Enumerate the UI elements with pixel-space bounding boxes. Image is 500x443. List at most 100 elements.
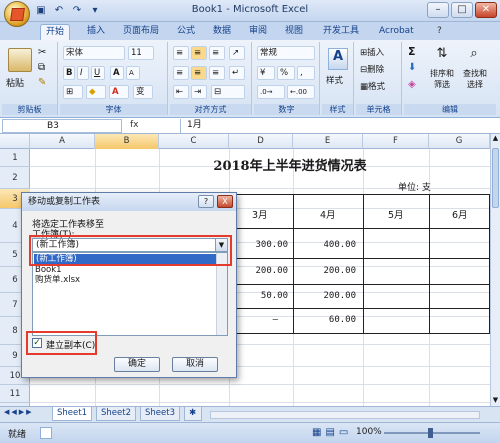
scroll-thumb[interactable]	[492, 148, 499, 208]
row-header[interactable]: 11	[0, 385, 30, 403]
paste-label[interactable]: 粘贴	[6, 76, 24, 89]
increase-indent-icon[interactable]: ⇥	[191, 85, 207, 99]
phonetic-button[interactable]: 变	[133, 85, 153, 99]
insert-function-button[interactable]: fx	[130, 119, 176, 133]
tab-formulas[interactable]: 公式	[172, 24, 200, 40]
row-header[interactable]: 2	[0, 167, 30, 189]
underline-button[interactable]: U	[91, 66, 105, 80]
tab-view[interactable]: 视图	[280, 24, 308, 40]
align-right-icon[interactable]: ≡	[209, 66, 225, 80]
select-all-corner[interactable]	[0, 134, 30, 149]
tab-insert[interactable]: 插入	[82, 24, 110, 40]
cell-d7[interactable]: —	[232, 315, 278, 325]
cell-e5[interactable]: 200.00	[296, 266, 356, 276]
find-select-icon[interactable]: ⌕	[464, 46, 484, 66]
cut-icon[interactable]: ✂	[38, 47, 46, 58]
cancel-button[interactable]: 取消	[172, 357, 218, 372]
help-icon[interactable]: ?	[432, 24, 447, 40]
ok-button[interactable]: 确定	[114, 357, 160, 372]
zoom-slider-thumb[interactable]	[428, 428, 433, 438]
tab-home[interactable]: 开始	[40, 24, 71, 40]
align-left-icon[interactable]: ≡	[173, 66, 189, 80]
decrease-indent-icon[interactable]: ⇤	[173, 85, 189, 99]
styles-button[interactable]: 样式	[326, 74, 343, 86]
minimize-button[interactable]: –	[427, 2, 449, 18]
view-buttons-icon[interactable]: ▦▤▭	[312, 427, 352, 438]
sort-filter-button[interactable]: 排序和 筛选	[426, 68, 458, 90]
orientation-icon[interactable]: ↗	[229, 46, 245, 60]
shrink-font-button[interactable]: A	[126, 66, 140, 80]
fill-icon[interactable]: ⬇	[408, 62, 416, 73]
row-header[interactable]: 1	[0, 149, 30, 167]
sheet-tab-2[interactable]: Sheet2	[96, 407, 136, 421]
sheet-tab-1[interactable]: Sheet1	[52, 407, 92, 421]
column-header-g[interactable]: G	[429, 134, 490, 149]
italic-button[interactable]: I	[77, 66, 89, 80]
wrap-text-icon[interactable]: ↵	[229, 66, 245, 80]
cell-d6[interactable]: 50.00	[232, 291, 288, 301]
redo-icon[interactable]: ↷	[70, 4, 84, 18]
percent-button[interactable]: %	[277, 66, 295, 80]
align-top-icon[interactable]: ≡	[173, 46, 189, 60]
decrease-decimal-icon[interactable]: ←.00	[287, 85, 315, 99]
align-bottom-icon[interactable]: ≡	[209, 46, 225, 60]
align-center-icon[interactable]: ≡	[191, 66, 207, 80]
styles-icon[interactable]: A	[328, 48, 348, 70]
insert-button[interactable]: ⊞插入	[360, 46, 384, 58]
autosum-button[interactable]: Σ	[408, 45, 416, 58]
tab-acrobat[interactable]: Acrobat	[374, 24, 419, 40]
sheet-tab-3[interactable]: Sheet3	[140, 407, 180, 421]
sort-filter-icon[interactable]: ⇅	[432, 46, 452, 66]
increase-decimal-icon[interactable]: .0→	[257, 85, 285, 99]
save-icon[interactable]: ▣	[34, 4, 48, 18]
scroll-up-icon[interactable]: ▲	[491, 134, 500, 144]
find-select-button[interactable]: 查找和 选择	[458, 68, 492, 90]
format-button[interactable]: ▦格式	[360, 80, 385, 92]
comma-button[interactable]: ,	[297, 66, 315, 80]
sheet-nav-arrows-icon[interactable]: ◀◀▶▶	[4, 408, 34, 416]
bold-button[interactable]: B	[63, 66, 75, 80]
font-name-select[interactable]: 宋体	[63, 46, 125, 60]
macro-record-icon[interactable]	[40, 427, 52, 439]
column-header-a[interactable]: A	[30, 134, 95, 149]
close-button[interactable]: ✕	[475, 2, 497, 18]
formula-input[interactable]: 1月	[180, 119, 480, 133]
cell-e4[interactable]: 400.00	[296, 240, 356, 250]
grow-font-button[interactable]: A	[110, 66, 124, 80]
scroll-down-icon[interactable]: ▼	[491, 396, 500, 406]
dialog-close-button[interactable]: X	[217, 195, 233, 208]
list-item[interactable]: 购货单.xlsx	[35, 275, 80, 286]
font-color-button[interactable]: A	[109, 85, 129, 99]
vertical-scrollbar[interactable]: ▲ ▼	[490, 134, 500, 406]
font-size-select[interactable]: 11	[128, 46, 154, 60]
insert-sheet-icon[interactable]: ✱	[184, 407, 202, 421]
currency-icon[interactable]: ¥	[257, 66, 275, 80]
cell-e7[interactable]: 60.00	[296, 315, 356, 325]
column-header-f[interactable]: F	[363, 134, 429, 149]
zoom-level[interactable]: 100%	[356, 427, 382, 437]
clear-icon[interactable]: ◈	[408, 79, 416, 90]
customize-qat-icon[interactable]: ▾	[88, 4, 102, 18]
cell-d4[interactable]: 300.00	[232, 240, 288, 250]
number-format-select[interactable]: 常规	[257, 46, 315, 60]
tab-page-layout[interactable]: 页面布局	[118, 24, 164, 40]
tab-developer[interactable]: 开发工具	[318, 24, 364, 40]
name-box[interactable]: B3	[2, 119, 122, 133]
fill-color-button[interactable]: ◆	[86, 85, 106, 99]
cell-e6[interactable]: 200.00	[296, 291, 356, 301]
copy-icon[interactable]: ⧉	[38, 62, 45, 73]
borders-button[interactable]: ⊞	[63, 85, 83, 99]
delete-button[interactable]: ⊟删除	[360, 63, 384, 75]
column-header-b[interactable]: B	[95, 134, 159, 149]
undo-icon[interactable]: ↶	[52, 4, 66, 18]
dialog-help-button[interactable]: ?	[198, 195, 214, 208]
office-button[interactable]	[4, 1, 30, 27]
cell-d5[interactable]: 200.00	[232, 266, 288, 276]
tab-review[interactable]: 审阅	[244, 24, 272, 40]
horizontal-scrollbar[interactable]	[210, 411, 480, 419]
column-header-d[interactable]: D	[229, 134, 293, 149]
align-middle-icon[interactable]: ≡	[191, 46, 207, 60]
paste-icon[interactable]	[8, 48, 32, 72]
maximize-button[interactable]: □	[451, 2, 473, 18]
column-header-e[interactable]: E	[293, 134, 363, 149]
